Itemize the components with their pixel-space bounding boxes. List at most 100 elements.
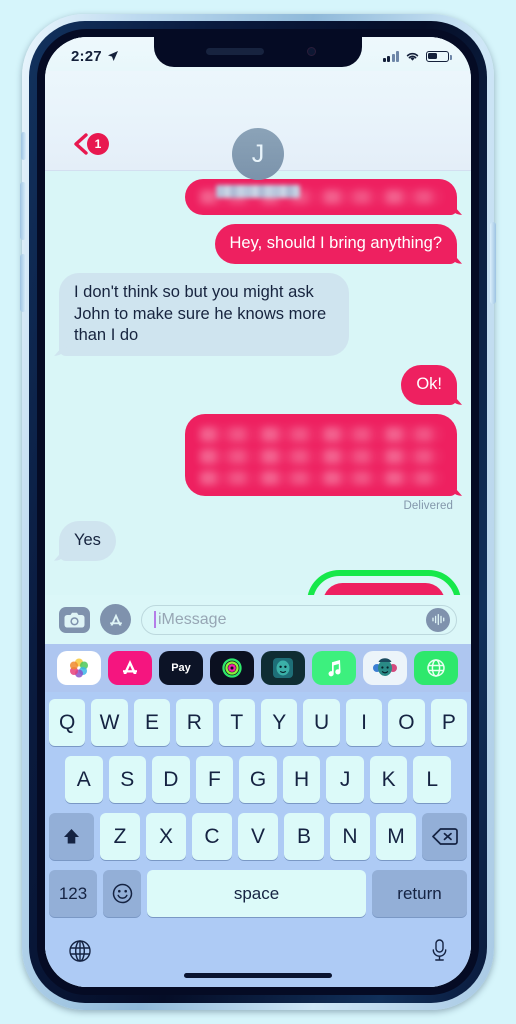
message-input-bar[interactable]: iMessage: [45, 595, 471, 644]
message-row: Ok!: [59, 365, 457, 405]
key-b[interactable]: B: [284, 813, 324, 860]
message-bubble-received[interactable]: I don't think so but you might ask John …: [59, 272, 349, 357]
key-d[interactable]: D: [152, 756, 190, 803]
music-app-icon[interactable]: [312, 651, 356, 685]
key-h[interactable]: H: [282, 756, 321, 803]
app-store-icon: [109, 613, 122, 625]
screenshot-canvas: 2:27 1 J Hey, should I bring anything? I…: [0, 0, 516, 1024]
memoji-app-icon[interactable]: [261, 651, 305, 685]
key-r[interactable]: R: [176, 699, 213, 746]
message-text-field[interactable]: iMessage: [141, 604, 457, 635]
key-y[interactable]: Y: [261, 699, 298, 746]
memoji-stickers-app-icon[interactable]: [363, 651, 407, 685]
key-g[interactable]: G: [239, 756, 277, 803]
numbers-key[interactable]: 123: [49, 870, 97, 917]
key-j[interactable]: J: [326, 756, 364, 803]
status-bar-left: 2:27: [71, 48, 119, 65]
message-bubble-received[interactable]: Yes: [59, 520, 116, 561]
phone-bezel: 2:27 1 J Hey, should I bring anything? I…: [37, 29, 479, 995]
backspace-key[interactable]: [422, 813, 467, 860]
key-v[interactable]: V: [238, 813, 278, 860]
fitness-app-icon[interactable]: [210, 651, 254, 685]
key-k[interactable]: K: [369, 756, 408, 803]
camera-icon: [64, 612, 85, 627]
key-e[interactable]: E: [133, 699, 171, 746]
back-button[interactable]: 1: [72, 133, 109, 155]
emoji-key[interactable]: [103, 870, 141, 917]
key-i[interactable]: I: [345, 699, 383, 746]
volume-down-button[interactable]: [20, 254, 26, 312]
keyboard-bottom-bar: [45, 927, 471, 971]
home-indicator[interactable]: [184, 973, 332, 978]
message-bubble-sent[interactable]: Ok!: [401, 365, 457, 405]
globe-keyboard-icon[interactable]: [67, 938, 93, 964]
activity-rings-glyph: [222, 658, 242, 678]
microphone-icon[interactable]: [430, 938, 449, 964]
text-cursor: [154, 611, 156, 628]
audio-waveform-icon: [431, 613, 444, 626]
avatar-initial: J: [251, 139, 265, 168]
keyboard-row-3: Z X C V B N M: [45, 813, 471, 860]
key-w[interactable]: W: [91, 699, 128, 746]
keyboard-row-1: Q W E R T Y U I O P: [45, 699, 471, 746]
message-bubble-sent[interactable]: Hey, should I bring anything?: [214, 224, 457, 264]
delivery-status: Delivered: [403, 499, 453, 512]
imessage-apps-button[interactable]: [100, 604, 131, 635]
status-clock: 2:27: [71, 47, 102, 65]
key-x[interactable]: X: [146, 813, 186, 860]
audio-message-button[interactable]: [426, 607, 450, 632]
notch: [154, 37, 362, 67]
key-n[interactable]: N: [330, 813, 370, 860]
shift-arrow-icon: [64, 829, 79, 844]
earpiece-speaker: [206, 48, 264, 55]
app-store-a-glyph: [123, 660, 137, 674]
silence-switch[interactable]: [21, 132, 26, 160]
phone-frame-mid: 2:27 1 J Hey, should I bring anything? I…: [29, 21, 487, 1003]
key-l[interactable]: L: [413, 756, 452, 803]
phone-screen: 2:27 1 J Hey, should I bring anything? I…: [45, 37, 471, 987]
location-arrow-icon: [107, 51, 118, 61]
key-o[interactable]: O: [388, 699, 425, 746]
key-t[interactable]: T: [218, 699, 255, 746]
power-button[interactable]: [490, 222, 496, 304]
app-drawer[interactable]: Pay: [45, 644, 471, 692]
message-row: Yes: [59, 520, 457, 561]
app-store-app-icon[interactable]: [108, 651, 152, 685]
emoji-smiley-icon: [112, 883, 132, 904]
key-c[interactable]: C: [192, 813, 232, 860]
message-row: I don't think so but you might ask John …: [59, 272, 457, 357]
apple-pay-app-icon[interactable]: Pay: [159, 651, 203, 685]
message-row: Hey, should I bring anything?: [59, 224, 457, 264]
camera-button[interactable]: [59, 606, 90, 633]
volume-up-button[interactable]: [20, 182, 26, 240]
key-u[interactable]: U: [303, 699, 340, 746]
key-f[interactable]: F: [195, 756, 234, 803]
redacted-text: xxxxxxxxxxxxxxxxxxxxx: [200, 448, 442, 464]
contact-name-redacted[interactable]: [216, 185, 300, 198]
globe-glyph: [427, 659, 445, 677]
status-bar-right: [382, 50, 452, 62]
wifi-icon: [406, 52, 419, 61]
battery-icon: [426, 50, 452, 62]
avatar[interactable]: J: [232, 128, 284, 180]
key-z[interactable]: Z: [100, 813, 140, 860]
backspace-icon: [431, 828, 458, 845]
key-p[interactable]: P: [430, 699, 468, 746]
phone-frame-outer: 2:27 1 J Hey, should I bring anything? I…: [20, 14, 496, 1010]
on-screen-keyboard[interactable]: Q W E R T Y U I O P A S D F G H J K L Z …: [45, 692, 471, 987]
shift-key[interactable]: [49, 813, 94, 860]
message-row: xxxxxxxxxxxxxxxxxxxxxxxx xxxxxxxxxxxxxxx…: [59, 413, 457, 496]
globe-app-icon[interactable]: [414, 651, 458, 685]
keyboard-row-2: A S D F G H J K L: [45, 756, 471, 803]
space-key[interactable]: space: [147, 870, 366, 917]
key-m[interactable]: M: [376, 813, 416, 860]
message-bubble-redacted-2[interactable]: xxxxxxxxxxxxxxxxxxxxxxxx xxxxxxxxxxxxxxx…: [185, 413, 457, 496]
key-s[interactable]: S: [108, 756, 147, 803]
photos-app-icon[interactable]: [57, 651, 101, 685]
key-q[interactable]: Q: [48, 699, 86, 746]
cellular-signal-icon: [382, 50, 399, 62]
return-key[interactable]: return: [372, 870, 467, 917]
keyboard-row-4: 123 space return: [45, 870, 471, 917]
key-a[interactable]: A: [64, 756, 103, 803]
front-camera-icon: [307, 47, 316, 56]
